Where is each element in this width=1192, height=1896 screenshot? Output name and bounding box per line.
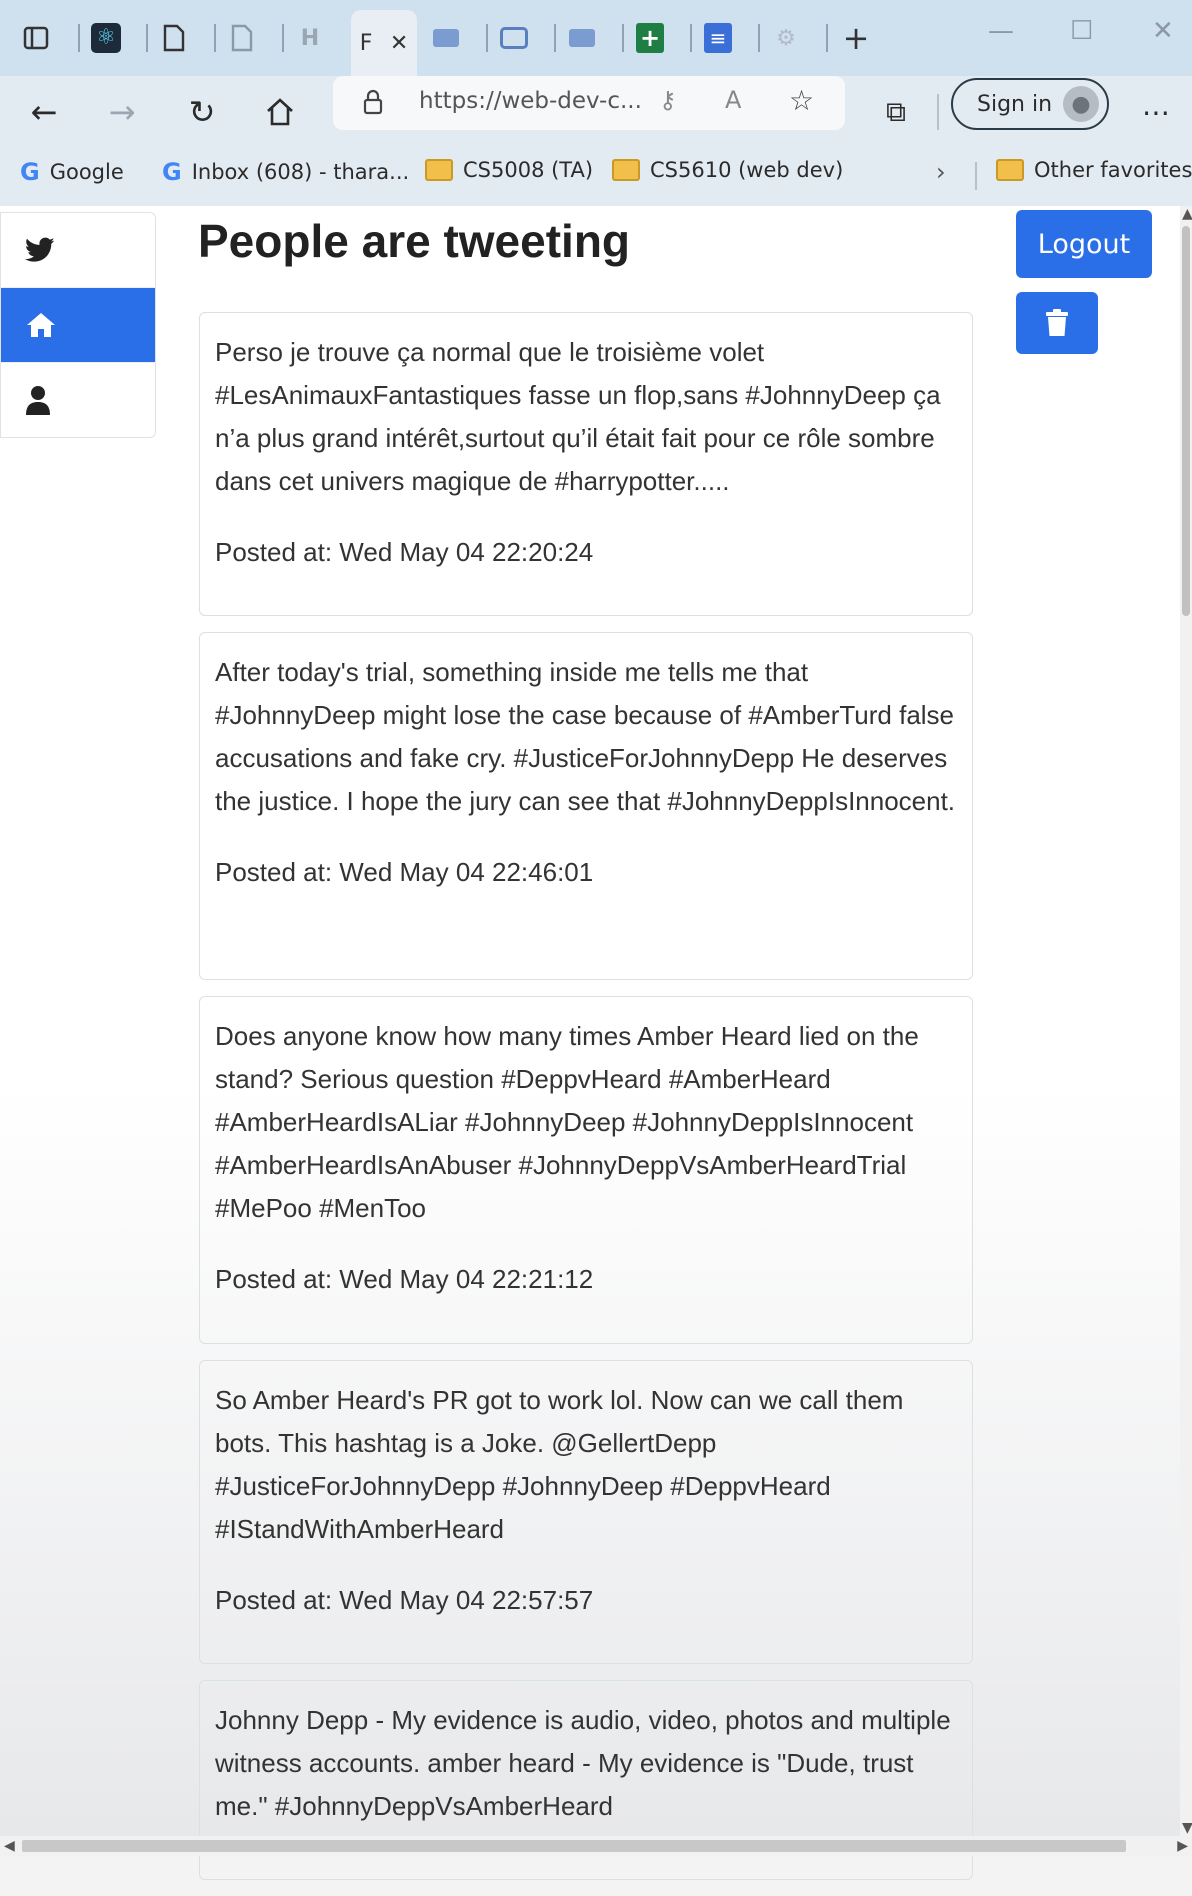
tweet-text: Does anyone know how many times Amber He…	[215, 1021, 919, 1223]
toolbar-divider	[937, 94, 939, 130]
favorite-label: Inbox (608) - thara...	[191, 160, 410, 184]
close-tab-icon[interactable]: ✕	[390, 31, 408, 56]
favorite-label: CS5610 (web dev)	[650, 158, 844, 182]
tweet-card: Does anyone know how many times Amber He…	[199, 996, 973, 1344]
folder-icon	[612, 159, 640, 181]
favorite-folder-cs5610[interactable]: CS5610 (web dev)	[612, 158, 843, 182]
sign-in-button[interactable]: Sign in ●	[951, 78, 1109, 130]
favorite-google[interactable]: G Google	[20, 158, 124, 186]
document-tab-icon[interactable]	[156, 20, 192, 56]
logout-button[interactable]: Logout	[1016, 210, 1152, 278]
sidebar-item-twitter[interactable]	[1, 213, 155, 288]
more-options-icon[interactable]: ⋯	[1132, 88, 1180, 136]
new-tab-icon[interactable]: +	[838, 19, 874, 57]
scroll-up-icon[interactable]: ▲	[1182, 206, 1192, 222]
url-text[interactable]: https://web-dev-c...	[419, 88, 642, 114]
horizontal-scrollbar[interactable]: ◀ ▶	[0, 1836, 1192, 1856]
add-favorite-icon[interactable]: ☆	[789, 84, 814, 117]
meet-tab-icon[interactable]	[564, 20, 600, 56]
google-icon: G	[20, 158, 40, 186]
favorites-divider	[975, 162, 977, 190]
home-nav-icon	[27, 313, 55, 337]
home-icon[interactable]	[256, 88, 304, 136]
sheets-tab-icon[interactable]: +	[632, 20, 668, 56]
tweet-card: After today's trial, something inside me…	[199, 632, 973, 980]
back-icon[interactable]: ←	[20, 88, 68, 136]
page-content: People are tweeting Logout Perso je trou…	[0, 206, 1180, 1880]
browser-toolbar: ← → ↻ https://web-dev-c... ⚷ A ☆ ⧉ Sign …	[0, 76, 1192, 206]
favorites-overflow-icon[interactable]: ›	[936, 158, 946, 186]
tweet-posted-at: Posted at: Wed May 04 22:20:24	[215, 537, 594, 567]
extensions-icon[interactable]: ⧉	[872, 88, 920, 136]
react-tab-icon[interactable]: ⚛	[88, 20, 124, 56]
lock-icon[interactable]	[363, 89, 383, 121]
tweet-text: Johnny Depp - My evidence is audio, vide…	[215, 1705, 951, 1821]
settings-tab-icon[interactable]: ⚙	[768, 20, 804, 56]
vertical-scroll-thumb[interactable]	[1182, 226, 1190, 616]
user-icon	[26, 386, 50, 415]
profile-avatar-icon: ●	[1063, 86, 1099, 122]
browser-tab-bar: ⚛ H F ✕ + ≡ ⚙ + — ☐ ✕	[0, 0, 1192, 76]
tweet-card: Perso je trouve ça normal que le troisiè…	[199, 312, 973, 616]
refresh-icon[interactable]: ↻	[178, 88, 226, 136]
tweet-text: So Amber Heard's PR got to work lol. Now…	[215, 1385, 904, 1544]
video-tab-icon[interactable]	[428, 20, 464, 56]
scroll-right-icon[interactable]: ▶	[1177, 1838, 1188, 1854]
twitter-icon	[25, 237, 55, 262]
docs-tab-icon[interactable]: ≡	[700, 20, 736, 56]
trash-icon	[1046, 309, 1068, 336]
tweet-posted-at: Posted at: Wed May 04 22:57:57	[215, 1585, 594, 1615]
close-window-icon[interactable]: ✕	[1152, 16, 1174, 46]
scroll-down-icon[interactable]: ▼	[1182, 1820, 1192, 1836]
google-icon: G	[162, 158, 182, 186]
address-bar[interactable]: https://web-dev-c... ⚷ A ☆	[333, 76, 845, 130]
sidebar-item-profile[interactable]	[1, 363, 155, 437]
active-tab-title: F	[359, 30, 373, 56]
camera-tab-icon[interactable]	[496, 20, 532, 56]
vertical-scrollbar[interactable]: ▲ ▼	[1180, 206, 1192, 1836]
favorites-bar: G Google G Inbox (608) - thara... CS5008…	[0, 140, 1192, 206]
favorite-other-favorites[interactable]: Other favorites	[996, 158, 1192, 182]
active-tab[interactable]: F ✕	[351, 10, 417, 76]
tweet-posted-at: Posted at: Wed May 04 22:21:12	[215, 1264, 594, 1294]
forward-icon[interactable]: →	[98, 88, 146, 136]
delete-button[interactable]	[1016, 292, 1098, 354]
sidebar-nav	[0, 212, 156, 438]
tweet-text: Perso je trouve ça normal que le troisiè…	[215, 337, 941, 496]
folder-icon	[425, 159, 453, 181]
tweet-card: So Amber Heard's PR got to work lol. Now…	[199, 1360, 973, 1664]
minimize-icon[interactable]: —	[988, 16, 1014, 46]
favorite-label: CS5008 (TA)	[463, 158, 594, 182]
maximize-icon[interactable]: ☐	[1070, 16, 1093, 46]
document-tab-icon-2[interactable]	[224, 20, 260, 56]
tweet-posted-at: Posted at: Wed May 04 22:46:01	[215, 857, 594, 887]
sign-in-label: Sign in	[977, 91, 1053, 117]
read-aloud-icon[interactable]: A	[725, 86, 741, 114]
tab-actions-icon[interactable]	[18, 20, 54, 56]
scroll-left-icon[interactable]: ◀	[4, 1838, 15, 1854]
key-icon[interactable]: ⚷	[659, 86, 677, 114]
favorite-folder-cs5008[interactable]: CS5008 (TA)	[425, 158, 593, 182]
favorite-inbox[interactable]: G Inbox (608) - thara...	[162, 158, 409, 186]
sidebar-item-home[interactable]	[1, 288, 155, 363]
tweet-list: Perso je trouve ça normal que le troisiè…	[199, 312, 973, 1896]
folder-icon	[996, 159, 1024, 181]
page-title: People are tweeting	[198, 215, 631, 267]
tweet-text: After today's trial, something inside me…	[215, 657, 956, 816]
favorite-label: Other favorites	[1034, 158, 1192, 182]
horizontal-scroll-thumb[interactable]	[22, 1840, 1126, 1852]
favorite-label: Google	[49, 160, 124, 184]
h-tab-icon[interactable]: H	[292, 20, 328, 56]
